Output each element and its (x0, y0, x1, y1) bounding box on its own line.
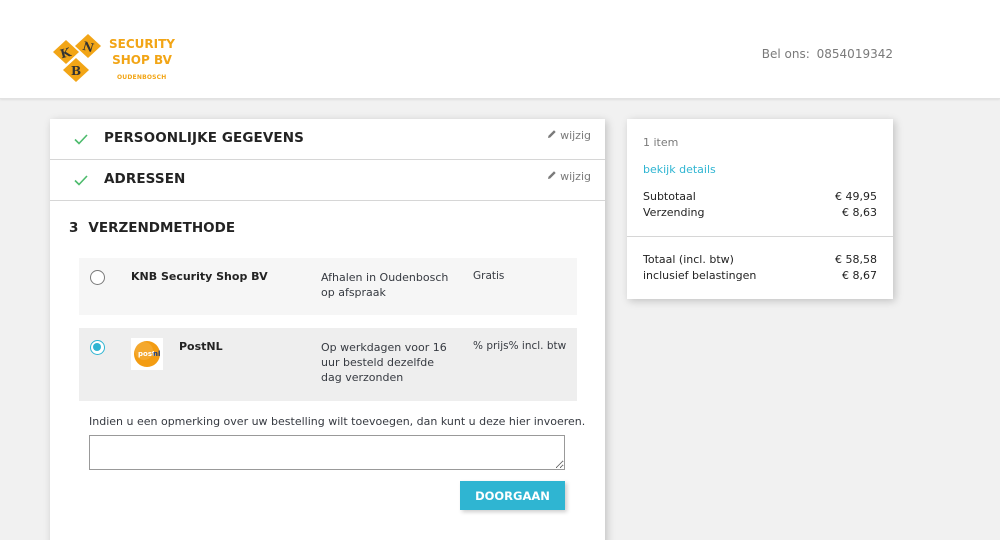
step-personal-info[interactable]: PERSOONLIJKE GEGEVENS wijzig (50, 119, 605, 160)
total-row: Totaal (incl. btw) € 58,58 (643, 253, 877, 266)
show-details-link[interactable]: bekijk details (643, 163, 716, 176)
total-label: Totaal (incl. btw) (643, 253, 734, 266)
step-title: PERSOONLIJKE GEGEVENS (104, 130, 304, 146)
tax-label: inclusief belastingen (643, 269, 757, 282)
order-comment-textarea[interactable] (89, 435, 565, 470)
logo-wordmark: SECURITY SHOP BV (108, 36, 176, 68)
tax-row: inclusief belastingen € 8,67 (643, 269, 877, 282)
shipping-row: Verzending € 8,63 (643, 206, 877, 219)
pencil-icon (548, 130, 556, 138)
checkout-steps: PERSOONLIJKE GEGEVENS wijzig ADRESSEN wi… (50, 119, 605, 540)
edit-addresses-link[interactable]: wijzig (547, 170, 591, 183)
edit-label: wijzig (560, 129, 591, 142)
carrier-radio[interactable] (90, 270, 105, 285)
carrier-name: PostNL (179, 340, 223, 353)
tax-value: € 8,67 (842, 269, 877, 282)
svg-text:nl: nl (153, 350, 160, 358)
step-addresses[interactable]: ADRESSEN wijzig (50, 160, 605, 201)
carrier-price: Gratis (473, 270, 505, 282)
step-title-text: VERZENDMETHODE (88, 220, 236, 236)
carrier-delay: Afhalen in Oudenbosch op afspraak (321, 271, 449, 299)
knb-logo-icon: K N B (53, 34, 101, 82)
order-comment-label: Indien u een opmerking over uw bestellin… (89, 415, 586, 428)
postnl-logo-icon: post nl (131, 338, 163, 370)
logo-line-1: SECURITY (109, 37, 175, 51)
step-title: ADRESSEN (104, 171, 186, 187)
edit-personal-info-link[interactable]: wijzig (547, 129, 591, 142)
phone-number[interactable]: 0854019342 (817, 47, 893, 61)
carrier-radio-selected[interactable] (90, 340, 105, 355)
carrier-price: % prijs% incl. btw (473, 340, 567, 352)
carrier-name: KNB Security Shop BV (131, 270, 268, 283)
logo-line-2: SHOP BV (112, 53, 172, 67)
carrier-option-postnl[interactable]: post nl PostNL Op werkdagen voor 16 uur … (79, 328, 577, 401)
step-title: 3 VERZENDMETHODE (69, 220, 235, 236)
phone-label: Bel ons: (761, 47, 810, 61)
logo-subtitle: OUDENBOSCH (117, 74, 167, 81)
step-number: 3 (69, 220, 79, 236)
cart-summary: 1 item bekijk details Subtotaal € 49,95 … (627, 119, 893, 299)
total-value: € 58,58 (835, 253, 877, 266)
summary-divider (627, 236, 893, 237)
radio-dot (93, 343, 101, 351)
svg-text:B: B (71, 64, 81, 78)
shipping-label: Verzending (643, 206, 705, 219)
contact-phone: Bel ons: 0854019342 (762, 47, 893, 61)
subtotal-label: Subtotaal (643, 190, 696, 203)
check-icon (74, 134, 88, 145)
subtotal-value: € 49,95 (835, 190, 877, 203)
check-icon (74, 175, 88, 186)
shipping-value: € 8,63 (842, 206, 877, 219)
cart-items-count: 1 item (643, 136, 679, 149)
pencil-icon (548, 171, 556, 179)
subtotal-row: Subtotaal € 49,95 (643, 190, 877, 203)
carrier-option-knb[interactable]: KNB Security Shop BV Afhalen in Oudenbos… (79, 258, 577, 315)
edit-label: wijzig (560, 170, 591, 183)
carrier-delay: Op werkdagen voor 16 uur besteld dezelfd… (321, 341, 447, 384)
site-header: K N B SECURITY SHOP BV OUDENBOSCH Bel on… (0, 0, 1000, 99)
continue-button[interactable]: DOORGAAN (460, 481, 565, 510)
